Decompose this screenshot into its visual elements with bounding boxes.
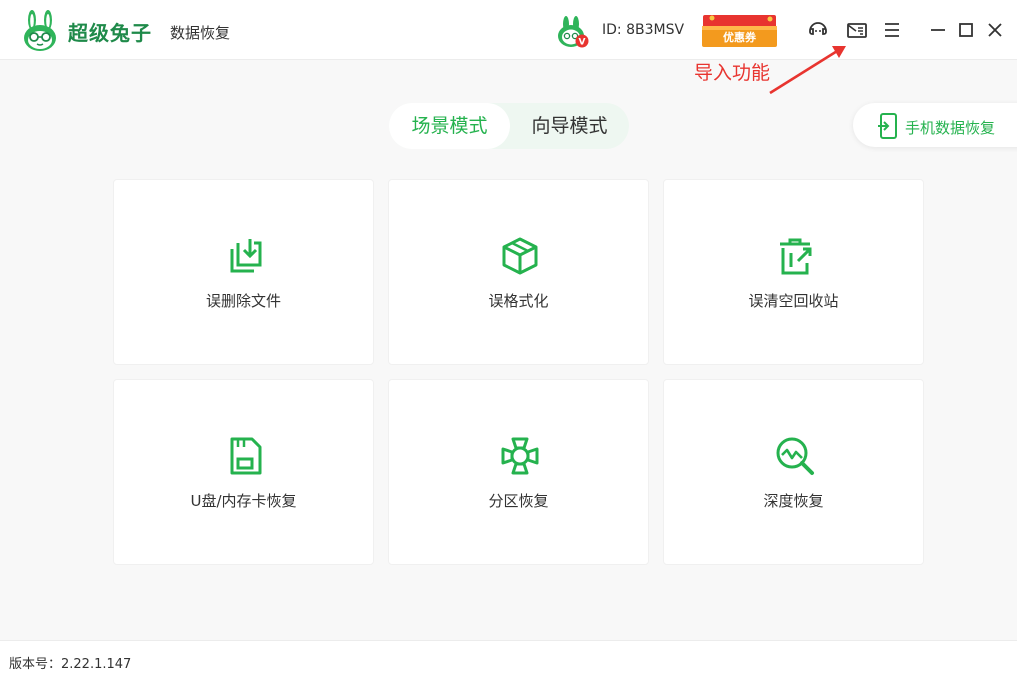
card-label: 误清空回收站 (748, 292, 839, 310)
card-recycle-bin[interactable]: 误清空回收站 (663, 179, 924, 365)
user-avatar[interactable]: V (555, 16, 589, 48)
card-label: 深度恢复 (763, 492, 824, 510)
card-label: 分区恢复 (488, 492, 549, 510)
vip-badge: V (579, 38, 586, 48)
annotation-arrow-icon (769, 46, 846, 95)
card-usb-sd[interactable]: U盘/内存卡恢复 (113, 379, 374, 565)
phone-recovery-label: 手机数据恢复 (905, 119, 996, 137)
title-bar: 超级兔子 数据恢复 V ID: 8B3MSV 优惠券 (0, 0, 1017, 60)
format-box-icon (502, 237, 538, 275)
tab-scene-mode[interactable]: 场景模式 (389, 103, 510, 149)
sd-card-icon (230, 437, 262, 475)
rabbit-logo-icon (24, 10, 56, 51)
partition-icon (501, 437, 539, 475)
card-format[interactable]: 误格式化 (388, 179, 649, 365)
card-deleted-files[interactable]: 误删除文件 (113, 179, 374, 365)
maximize-icon[interactable] (954, 18, 978, 42)
annotation-label: 导入功能 (694, 62, 771, 84)
brand-subtitle: 数据恢复 (170, 24, 231, 42)
phone-recovery-button[interactable]: 手机数据恢复 (853, 103, 1017, 147)
card-label: 误格式化 (488, 292, 549, 310)
user-id: ID: 8B3MSV (602, 22, 685, 38)
version-label: 版本号：2.22.1.147 (9, 657, 132, 672)
deep-search-icon (776, 437, 814, 475)
minimize-icon[interactable] (926, 18, 950, 42)
status-bar: 版本号：2.22.1.147 (0, 640, 1017, 676)
recycle-bin-icon (780, 238, 812, 275)
card-partition[interactable]: 分区恢复 (388, 379, 649, 565)
card-label: U盘/内存卡恢复 (190, 492, 297, 510)
delete-file-icon (230, 239, 262, 273)
brand-name: 超级兔子 (68, 21, 152, 45)
app-window: 超级兔子 数据恢复 V ID: 8B3MSV 优惠券 导入功能 场景模式 向导模… (0, 0, 1017, 676)
card-label: 误删除文件 (205, 292, 281, 310)
mode-switch: 场景模式 向导模式 (389, 103, 629, 149)
phone-transfer-icon (878, 113, 897, 139)
tab-guide-mode[interactable]: 向导模式 (510, 103, 629, 149)
menu-icon[interactable] (880, 18, 904, 42)
card-deep-recovery[interactable]: 深度恢复 (663, 379, 924, 565)
close-icon[interactable] (983, 18, 1007, 42)
